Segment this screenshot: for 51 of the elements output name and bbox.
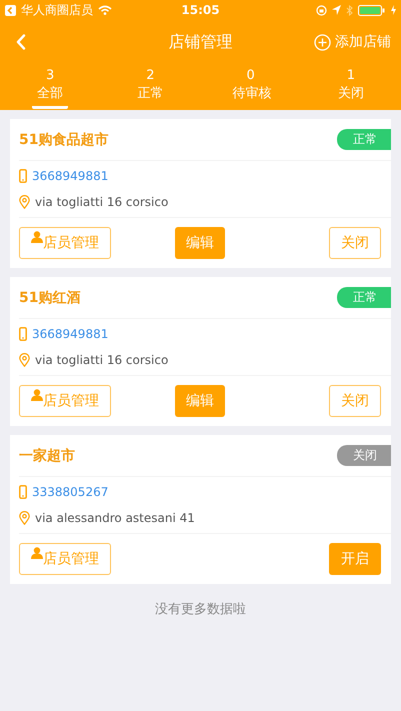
back-app-icon [5,4,16,16]
filter-tab[interactable]: 2 正常 [100,64,200,110]
phone-icon [19,327,27,341]
no-more-data-text: 没有更多数据啦 [154,601,247,618]
store-address: via togliatti 16 corsico [35,195,168,209]
store-name: 51购红酒 [19,288,80,306]
tab-label: 正常 [136,85,164,103]
person-icon [31,547,43,559]
status-time: 15:05 [181,3,220,17]
store-name: 51购食品超市 [19,130,108,148]
phone-number[interactable]: 3338805267 [32,485,108,499]
phone-number[interactable]: 3668949881 [32,327,108,341]
close-button[interactable]: 关闭 [329,227,381,259]
filter-tab[interactable]: 1 关闭 [300,64,401,110]
filter-tab[interactable]: 3 全部 [0,64,100,110]
add-store-button[interactable]: 添加店铺 [314,33,391,51]
store-address: via alessandro astesani 41 [35,511,195,525]
phone-icon [19,485,27,499]
location-pin-icon [19,511,30,525]
status-badge: 正常 [337,129,391,150]
battery-icon [358,4,386,16]
store-name: 一家超市 [19,446,75,464]
phone-number[interactable]: 3668949881 [32,169,108,183]
close-button[interactable]: 关闭 [329,385,381,417]
phone-icon [19,169,27,183]
status-badge: 关闭 [337,445,391,466]
charging-icon [390,5,396,15]
carrier-name: 华人商圈店员 [21,2,93,18]
edit-button[interactable]: 编辑 [175,227,225,259]
filter-tab[interactable]: 0 待审核 [200,64,301,110]
tab-label: 关闭 [336,85,365,103]
bluetooth-icon [346,4,353,16]
status-badge: 正常 [337,287,391,308]
staff-manage-button[interactable]: 店员管理 [19,385,111,417]
staff-manage-button[interactable]: 店员管理 [19,227,111,259]
staff-manage-button[interactable]: 店员管理 [19,543,111,575]
tab-label: 待审核 [232,85,269,103]
page-title: 店铺管理 [168,32,234,52]
location-pin-icon [19,353,30,367]
location-icon [332,5,341,15]
lock-rotation-icon [316,4,327,16]
back-icon [16,34,26,50]
plus-circle-icon [314,34,331,50]
wifi-icon [98,5,112,15]
person-icon [31,389,43,401]
open-button[interactable]: 开启 [329,543,381,575]
tab-label: 全部 [32,84,68,109]
edit-button[interactable]: 编辑 [175,385,225,417]
location-pin-icon [19,195,30,209]
person-icon [31,231,43,243]
store-address: via togliatti 16 corsico [35,353,168,367]
